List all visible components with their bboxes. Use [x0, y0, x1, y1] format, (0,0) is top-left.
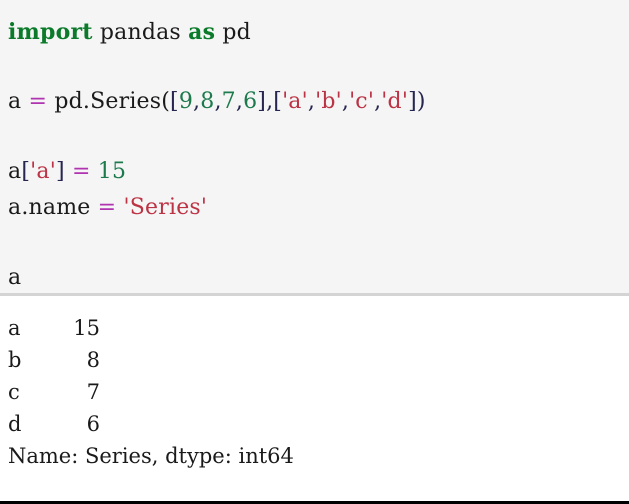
variable-a-index: a — [8, 159, 22, 184]
operator-equals-item: = — [71, 159, 91, 184]
output-value: 8 — [86, 348, 100, 372]
call-pd-series: pd.Series( — [47, 89, 171, 114]
output-index-label: c — [8, 380, 20, 404]
code-input-area[interactable]: import pandas as pd a = pd.Series([9,8,7… — [0, 0, 629, 296]
paren-close-series: ) — [416, 89, 426, 114]
code-line-expression-a[interactable]: a — [8, 260, 629, 293]
index-label-b: 'b' — [315, 89, 342, 114]
value-8: 8 — [200, 89, 215, 114]
attribute-a-name: a.name — [8, 195, 98, 220]
output-value: 6 — [86, 412, 100, 436]
output-row: d 6 — [8, 408, 629, 440]
output-row: b 8 — [8, 344, 629, 376]
code-line-blank-1 — [8, 50, 629, 84]
output-value: 15 — [73, 316, 100, 340]
output-index-label: b — [8, 348, 22, 372]
operator-equals: = — [28, 89, 48, 114]
comma-5: , — [341, 89, 350, 114]
value-6: 6 — [243, 89, 258, 114]
series-name-value: 'Series' — [123, 195, 208, 220]
bracket-close-item: ] — [55, 159, 65, 184]
bracket-open-values: [ — [170, 89, 179, 114]
keyword-import: import — [8, 19, 93, 45]
output-value: 7 — [86, 380, 100, 404]
value-9: 9 — [178, 89, 194, 114]
output-index-label: d — [8, 412, 22, 436]
comma-4: , — [307, 89, 316, 114]
bracket-close-index: ] — [408, 89, 417, 114]
code-line-import[interactable]: import pandas as pd — [8, 14, 629, 50]
variable-a: a — [8, 89, 29, 114]
code-line-series-assign[interactable]: a = pd.Series([9,8,7,6],['a','b','c','d'… — [8, 84, 629, 120]
cell-output-area: a 15 b 8 c 7 d 6 Name: Series, dtype: in… — [0, 296, 629, 501]
module-name-pandas: pandas — [92, 20, 189, 45]
expression-a: a — [8, 265, 22, 290]
comma-3: , — [235, 89, 244, 114]
code-line-item-assign[interactable]: a['a'] = 15 — [8, 154, 629, 190]
index-label-c: 'c' — [349, 89, 375, 114]
code-line-blank-3 — [8, 226, 629, 260]
module-alias-pd: pd — [215, 20, 251, 45]
output-row: a 15 — [8, 312, 629, 344]
keyword-as: as — [188, 19, 216, 45]
index-label-d: 'd' — [381, 89, 409, 114]
value-7: 7 — [221, 89, 236, 114]
notebook-code-cell: import pandas as pd a = pd.Series([9,8,7… — [0, 0, 629, 504]
operator-equals-name: = — [97, 195, 117, 220]
code-line-blank-2 — [8, 120, 629, 154]
item-key-a: 'a' — [30, 159, 56, 184]
comma-2: , — [214, 89, 222, 114]
output-index-label: a — [8, 316, 21, 340]
code-line-name-assign[interactable]: a.name = 'Series' — [8, 190, 629, 226]
output-summary-line: Name: Series, dtype: int64 — [8, 444, 294, 468]
index-label-a: 'a' — [282, 89, 308, 114]
bracket-open-item: [ — [21, 159, 31, 184]
bracket-open-index: [ — [273, 89, 283, 114]
bracket-close-values: ] — [257, 89, 267, 114]
output-row: c 7 — [8, 376, 629, 408]
item-value-15: 15 — [97, 159, 127, 184]
